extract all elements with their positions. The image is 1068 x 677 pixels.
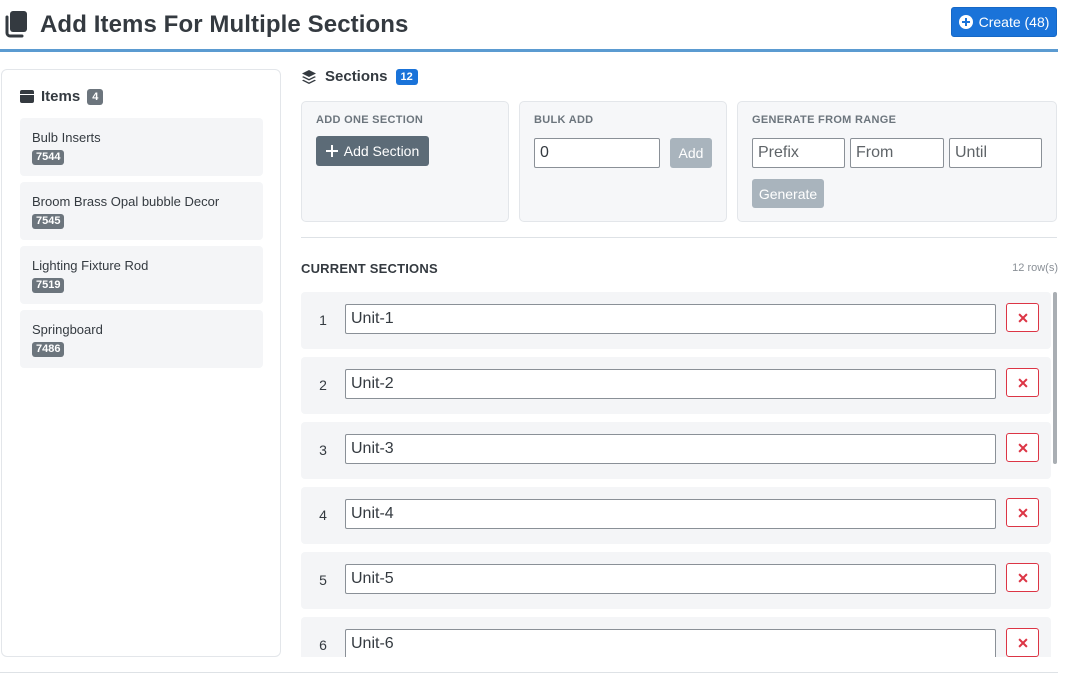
item-name: Lighting Fixture Rod: [32, 258, 149, 273]
table-row: 1: [301, 292, 1051, 349]
table-row: 2: [301, 357, 1051, 414]
items-count-badge: 4: [87, 88, 104, 105]
generate-caption: GENERATE FROM RANGE: [752, 114, 897, 126]
delete-row-button[interactable]: [1006, 368, 1039, 397]
row-number: 1: [319, 312, 327, 328]
add-section-label: Add Section: [343, 143, 420, 159]
add-one-caption: ADD ONE SECTION: [316, 114, 424, 126]
table-row: 3: [301, 422, 1051, 479]
row-number: 3: [319, 442, 327, 458]
sections-header: Sections 12: [301, 68, 418, 85]
delete-row-button[interactable]: [1006, 433, 1039, 462]
prefix-input[interactable]: [752, 138, 845, 168]
bulk-add-caption: BULK ADD: [534, 114, 594, 126]
sections-list: 1 2 3 4 5 6: [301, 292, 1059, 657]
section-name-input[interactable]: [345, 304, 996, 334]
section-name-input[interactable]: [345, 499, 996, 529]
table-row: 5: [301, 552, 1051, 609]
row-number: 4: [319, 507, 327, 523]
layers-icon: [302, 69, 316, 84]
row-number: 2: [319, 377, 327, 393]
sections-label: Sections: [325, 68, 388, 85]
delete-row-button[interactable]: [1006, 628, 1039, 657]
sections-count-badge: 12: [395, 68, 418, 85]
page-title: Add Items For Multiple Sections: [40, 11, 409, 38]
item-code-badge: 7544: [32, 150, 65, 165]
generate-button[interactable]: Generate: [752, 179, 824, 208]
delete-row-button[interactable]: [1006, 498, 1039, 527]
section-name-input[interactable]: [345, 369, 996, 399]
box-icon: [20, 90, 34, 103]
copy-icon: [5, 11, 27, 38]
add-section-button[interactable]: Add Section: [316, 136, 429, 166]
current-sections-title: CURRENT SECTIONS: [301, 261, 438, 276]
list-item[interactable]: Broom Brass Opal bubble Decor 7545: [20, 182, 263, 240]
from-input[interactable]: [850, 138, 944, 168]
row-number: 5: [319, 572, 327, 588]
plus-icon: [325, 145, 338, 157]
add-one-section-card: ADD ONE SECTION Add Section: [301, 101, 509, 222]
plus-circle-icon: [958, 15, 973, 29]
item-name: Springboard: [32, 322, 103, 337]
delete-row-button[interactable]: [1006, 563, 1039, 592]
scrollbar[interactable]: [1053, 292, 1057, 464]
bulk-add-count-input[interactable]: [534, 138, 660, 168]
section-name-input[interactable]: [345, 564, 996, 594]
bulk-add-card: BULK ADD Add: [519, 101, 727, 222]
items-label: Items: [41, 88, 81, 105]
list-item[interactable]: Lighting Fixture Rod 7519: [20, 246, 263, 304]
row-count: 12 row(s): [1012, 262, 1058, 274]
generate-range-card: GENERATE FROM RANGE Generate: [737, 101, 1057, 222]
footer-divider: [0, 672, 1058, 673]
items-header: Items 4: [20, 88, 104, 105]
item-code-badge: 7486: [32, 342, 65, 357]
divider: [301, 237, 1057, 238]
item-code-badge: 7519: [32, 278, 65, 293]
until-input[interactable]: [949, 138, 1042, 168]
delete-row-button[interactable]: [1006, 303, 1039, 332]
create-button-label: Create (48): [978, 14, 1050, 30]
items-panel: Items 4 Bulb Inserts 7544 Broom Brass Op…: [1, 69, 281, 657]
item-name: Bulb Inserts: [32, 130, 101, 145]
table-row: 4: [301, 487, 1051, 544]
list-item[interactable]: Bulb Inserts 7544: [20, 118, 263, 176]
section-name-input[interactable]: [345, 434, 996, 464]
item-code-badge: 7545: [32, 214, 65, 229]
bulk-add-button[interactable]: Add: [670, 138, 712, 168]
page-header: Add Items For Multiple Sections Create (…: [0, 0, 1058, 52]
list-item[interactable]: Springboard 7486: [20, 310, 263, 368]
table-row: 6: [301, 617, 1051, 657]
section-name-input[interactable]: [345, 629, 996, 657]
item-name: Broom Brass Opal bubble Decor: [32, 194, 220, 209]
row-number: 6: [319, 637, 327, 653]
create-button[interactable]: Create (48): [951, 7, 1057, 37]
